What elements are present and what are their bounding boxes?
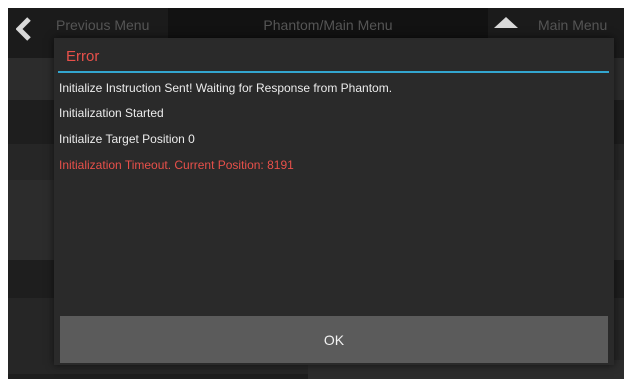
dialog-title: Error [66,48,100,65]
chevron-left-icon [16,17,31,41]
message-line: Initialize Instruction Sent! Waiting for… [59,81,393,95]
message-line: Initialize Target Position 0 [59,132,195,146]
device-screen: Previous Menu Phantom/Main Menu Main Men… [8,8,624,379]
home-icon [494,17,518,28]
error-message-line: Initialization Timeout. Current Position… [59,158,294,172]
title-divider [58,71,609,73]
message-line: Initialization Started [59,106,164,120]
error-dialog: Error Initialize Instruction Sent! Waiti… [54,38,614,365]
ok-button[interactable]: OK [60,316,608,363]
previous-menu-label: Previous Menu [56,17,150,33]
page-title-text: Phantom/Main Menu [263,17,393,33]
main-menu-label: Main Menu [538,17,608,33]
